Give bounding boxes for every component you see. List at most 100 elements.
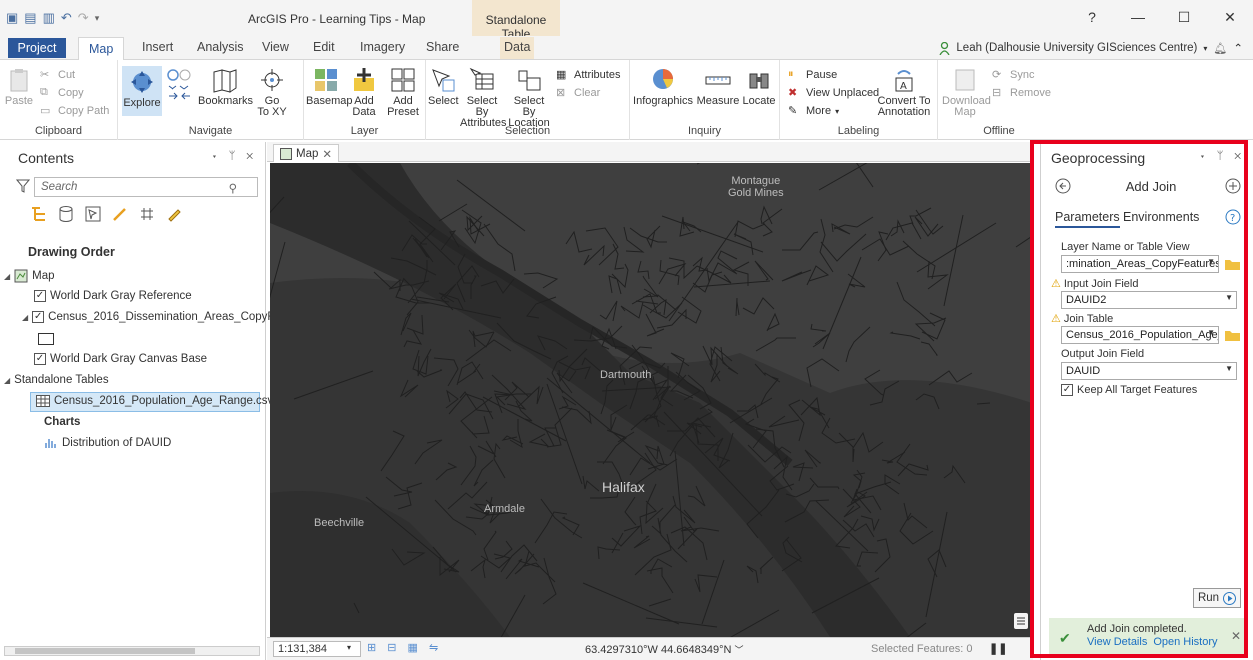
add-icon[interactable] [1225,178,1241,194]
tab-parameters[interactable]: Parameters [1055,210,1120,228]
select-by-attributes-button[interactable]: Select By Attributes [460,66,506,129]
browse-folder-icon[interactable] [1225,258,1240,270]
tab-view[interactable]: View [258,40,293,54]
layer-symbol-swatch[interactable] [38,333,54,345]
list-by-selection-icon[interactable] [84,205,102,223]
join-table-dropdown[interactable]: Census_2016_Population_Age_ ▼ [1061,326,1219,344]
open-project-icon[interactable]: ▤ [24,10,36,26]
tab-insert[interactable]: Insert [138,40,177,54]
basemap-button[interactable]: Basemap [306,66,352,107]
locate-button[interactable]: Locate [742,66,776,107]
map-status-tools[interactable]: ⊞ ⊟ ▦ ⇋ [367,641,442,654]
tree-item-standalone-tables[interactable]: ◢ Standalone Tables [4,374,109,386]
tab-data[interactable]: Data [500,37,535,59]
help-button[interactable]: ? [1069,0,1115,34]
remove-button[interactable]: ⊟ Remove [992,86,1051,100]
contents-search-input[interactable]: Search ⚲ [34,177,258,197]
maximize-button[interactable]: ☐ [1161,0,1207,34]
expand-triangle-icon[interactable]: ◢ [22,313,28,322]
scrollbar-thumb[interactable] [15,648,195,654]
view-unplaced-button[interactable]: ✖ View Unplaced [788,86,879,100]
keep-all-target-features[interactable]: ✓ Keep All Target Features [1061,384,1197,396]
search-icon[interactable]: ⚲ [229,181,237,195]
table-census-population-age-range[interactable]: Census_2016_Population_Age_Range.csv [36,395,273,407]
layer-visibility-checkbox[interactable]: ✓ [32,311,45,323]
minimize-button[interactable]: — [1115,0,1161,34]
tab-project[interactable]: Project [8,38,66,58]
collapse-ribbon-icon[interactable]: ⌃ [1233,41,1243,55]
list-by-editing-icon[interactable] [111,205,129,223]
help-icon[interactable]: ? [1225,209,1241,225]
view-details-link[interactable]: View Details [1087,636,1147,648]
measure-button[interactable]: Measure [696,66,740,107]
scale-dropdown-icon[interactable]: ▾ [347,643,351,652]
layer-world-dark-gray-reference[interactable]: ✓ World Dark Gray Reference [34,290,192,302]
close-map-tab-icon[interactable]: ✕ [322,147,332,161]
map-canvas[interactable]: Montague Gold Mines Dartmouth Halifax Ar… [270,163,1032,637]
explore-button[interactable]: Explore [122,66,162,116]
expand-triangle-icon[interactable]: ◢ [4,376,10,385]
open-history-link[interactable]: Open History [1153,636,1217,648]
labeling-more-button[interactable]: ✎ More ▾ [788,104,839,118]
infographics-button[interactable]: Infographics [632,66,694,107]
redo-icon[interactable]: ↷ [78,10,89,26]
add-data-button[interactable]: Add Data [348,66,380,118]
convert-to-annotation-button[interactable]: A Convert To Annotation [874,66,934,118]
save-project-icon[interactable]: ▥ [43,10,55,26]
select-by-location-button[interactable]: Select By Location [506,66,552,129]
notification-bell-icon[interactable]: 🔔︎ [1213,42,1227,55]
list-by-labeling-icon[interactable] [165,205,183,223]
contents-pane-controls[interactable]: ▾ ᛘ ✕ [211,150,257,162]
map-list-icon[interactable] [1014,613,1028,629]
tab-environments[interactable]: Environments [1123,210,1199,224]
tab-imagery[interactable]: Imagery [356,40,409,54]
browse-folder-icon[interactable] [1225,329,1240,341]
undo-icon[interactable]: ↶ [61,10,72,26]
layer-visibility-checkbox[interactable]: ✓ [34,353,46,365]
download-map-button[interactable]: Download Map [942,66,991,118]
map-view-tab[interactable]: Map ✕ [273,144,340,162]
keep-all-checkbox[interactable]: ✓ [1061,384,1073,396]
copy-button[interactable]: ⧉ Copy [40,86,84,100]
select-button[interactable]: Select [428,66,459,107]
geoprocessing-pane-controls[interactable]: ▾ ᛘ ✕ [1199,150,1245,162]
close-button[interactable]: ✕ [1207,0,1253,34]
output-join-field-dropdown[interactable]: DAUID ▼ [1061,362,1237,380]
expand-triangle-icon[interactable]: ◢ [4,272,10,281]
paste-button[interactable]: Paste [4,66,34,107]
zoom-tools[interactable] [166,68,192,104]
customize-qat-icon[interactable]: ▾ [95,13,100,24]
cut-button[interactable]: ✂ Cut [40,68,75,82]
input-join-field-dropdown[interactable]: DAUID2 ▼ [1061,291,1237,309]
pause-labeling-button[interactable]: ⏸ Pause [788,68,837,82]
tree-item-map[interactable]: ◢ Map [4,269,55,283]
close-status-icon[interactable]: ✕ [1231,629,1241,643]
bookmarks-button[interactable]: Bookmarks [198,66,253,107]
run-button[interactable]: Run [1193,588,1241,608]
sync-button[interactable]: ⟳ Sync [992,68,1034,82]
user-menu-icon[interactable]: ▾ [1203,44,1207,53]
attributes-button[interactable]: ▦ Attributes [556,68,620,82]
add-preset-button[interactable]: Add Preset [384,66,422,118]
clear-selection-button[interactable]: ⊠ Clear [556,86,600,100]
chart-distribution-of-dauid[interactable]: Distribution of DAUID [44,437,171,449]
go-to-xy-button[interactable]: Go To XY [254,66,290,118]
list-by-drawing-order-icon[interactable] [30,205,48,223]
list-by-data-source-icon[interactable] [57,205,75,223]
layer-census-dissemination-areas[interactable]: ◢ ✓ Census_2016_Dissemination_Areas_Copy… [22,311,297,323]
back-icon[interactable] [1055,178,1071,194]
filter-icon[interactable] [16,179,30,193]
tab-edit[interactable]: Edit [309,40,339,54]
layer-world-dark-gray-canvas-base[interactable]: ✓ World Dark Gray Canvas Base [34,353,207,365]
contents-horizontal-scrollbar[interactable] [4,646,260,656]
layer-name-dropdown[interactable]: :mination_Areas_CopyFeatures ▼ [1061,255,1219,273]
copy-path-button[interactable]: ▭ Copy Path [40,104,109,118]
tab-map[interactable]: Map [78,37,125,61]
list-by-snapping-icon[interactable] [138,205,156,223]
user-account[interactable]: Leah (Dalhousie University GISciences Ce… [939,41,1243,55]
tab-analysis[interactable]: Analysis [193,40,248,54]
new-project-icon[interactable]: ▣ [6,10,18,26]
pause-drawing-icon[interactable]: ❚❚ [989,642,1007,655]
tab-share[interactable]: Share [422,40,463,54]
layer-visibility-checkbox[interactable]: ✓ [34,290,46,302]
